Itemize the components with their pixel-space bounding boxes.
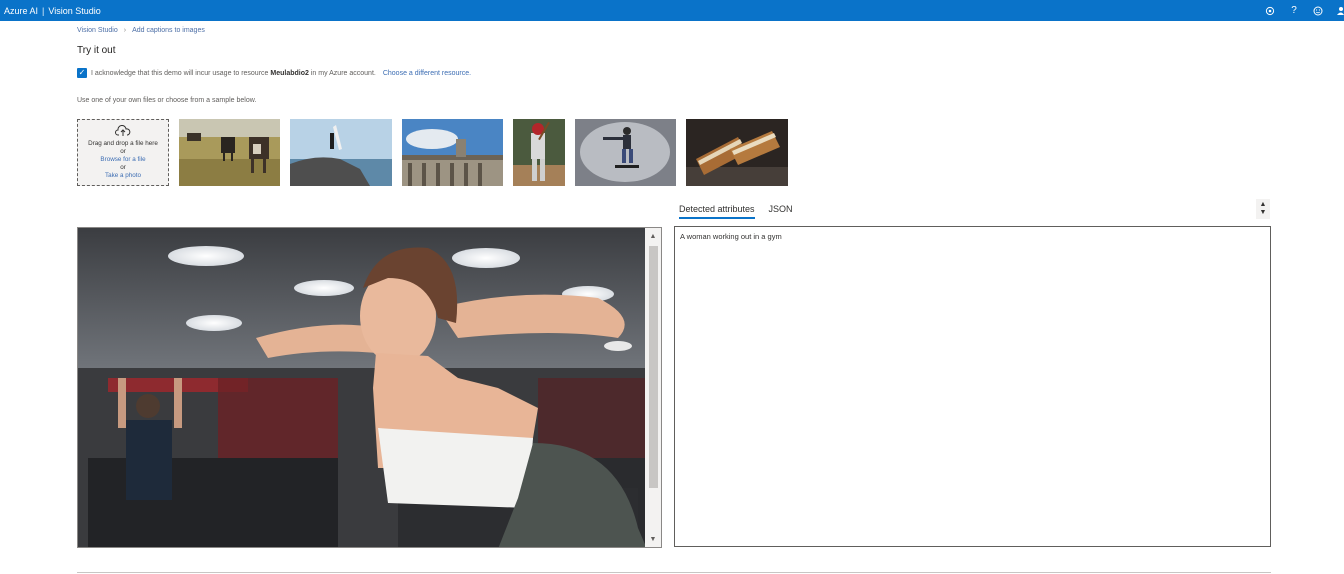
product-name[interactable]: Azure AI — [4, 6, 38, 16]
image-scrollbar[interactable]: ▲ ▼ — [645, 228, 661, 547]
brand-separator: | — [42, 5, 45, 16]
image-preview-panel: ▲ ▼ — [77, 227, 662, 548]
breadcrumb-current[interactable]: Add captions to images — [132, 27, 205, 34]
chevron-right-icon: › — [123, 27, 127, 34]
acknowledge-row: ✓ I acknowledge that this demo will incu… — [77, 68, 471, 78]
sample-hint: Use one of your own files or choose from… — [77, 97, 257, 104]
gym-image — [78, 228, 647, 547]
upload-dropzone[interactable]: Drag and drop a file here or Browse for … — [77, 119, 169, 186]
resource-name: Meulabdio2 — [270, 69, 309, 77]
or-separator: or — [120, 148, 126, 155]
sample-thumbnail-baseball[interactable] — [513, 119, 565, 186]
acknowledge-text: I acknowledge that this demo will incur … — [91, 70, 376, 77]
settings-icon[interactable] — [1258, 0, 1282, 21]
scroll-down-icon[interactable]: ▼ — [645, 531, 661, 547]
sample-thumbnail-sandwich[interactable] — [686, 119, 788, 186]
divider — [77, 572, 1271, 573]
cloud-upload-icon — [115, 125, 131, 139]
account-icon[interactable] — [1330, 0, 1344, 21]
top-icons: ? — [1258, 0, 1344, 21]
tab-json[interactable]: JSON — [769, 204, 793, 219]
choose-resource-link[interactable]: Choose a different resource. — [383, 70, 471, 77]
app-name[interactable]: Vision Studio — [48, 6, 100, 16]
acknowledge-text-after: in my Azure account. — [310, 69, 376, 77]
take-photo-link[interactable]: Take a photo — [105, 172, 141, 180]
panel-resize-spinner[interactable]: ▲ ▼ — [1256, 199, 1270, 219]
breadcrumb: Vision Studio › Add captions to images — [77, 27, 205, 34]
scrollbar-thumb[interactable] — [649, 246, 658, 488]
triangle-down-icon[interactable]: ▼ — [1260, 209, 1267, 217]
caption-result: A woman working out in a gym — [680, 232, 782, 241]
help-icon[interactable]: ? — [1282, 0, 1306, 21]
brand: Azure AI | Vision Studio — [0, 6, 101, 16]
acknowledge-checkbox[interactable]: ✓ — [77, 68, 87, 78]
sample-thumbnail-building[interactable] — [402, 119, 503, 186]
sample-thumbnail-cows[interactable] — [179, 119, 280, 186]
triangle-up-icon[interactable]: ▲ — [1260, 201, 1267, 209]
or-separator: or — [120, 164, 126, 171]
scroll-up-icon[interactable]: ▲ — [645, 228, 661, 244]
sample-thumbnail-surfer[interactable] — [290, 119, 392, 186]
top-bar: Azure AI | Vision Studio ? — [0, 0, 1344, 21]
breadcrumb-root[interactable]: Vision Studio — [77, 27, 118, 34]
detected-attributes-panel: A woman working out in a gym — [674, 226, 1271, 547]
dropzone-label: Drag and drop a file here — [88, 140, 158, 147]
acknowledge-text-before: I acknowledge that this demo will incur … — [91, 69, 269, 77]
browse-file-link[interactable]: Browse for a file — [100, 156, 145, 164]
sample-thumbnail-skateboarder[interactable] — [575, 119, 676, 186]
feedback-icon[interactable] — [1306, 0, 1330, 21]
tab-detected-attributes[interactable]: Detected attributes — [679, 204, 755, 219]
result-tabs: Detected attributes JSON — [679, 204, 793, 219]
page-title: Try it out — [77, 45, 116, 56]
